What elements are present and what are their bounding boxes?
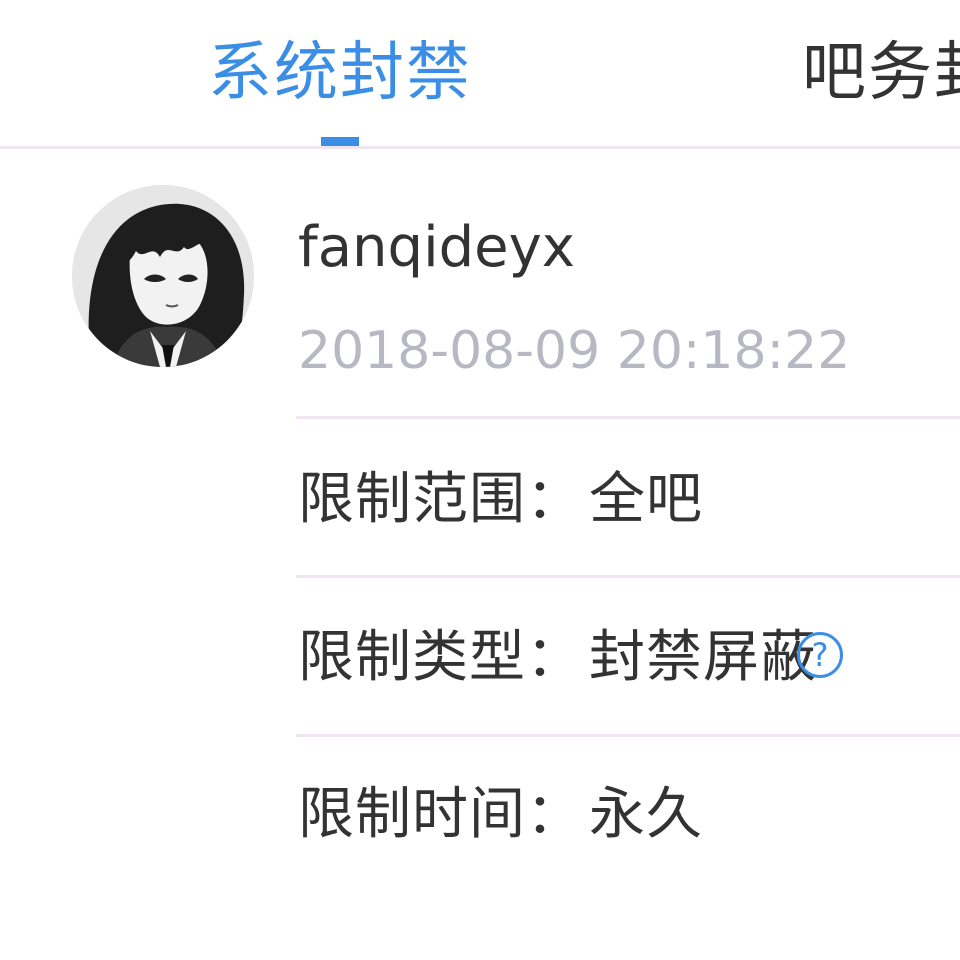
row-divider [296,416,960,419]
ban-record-page: 系统封禁 吧务封 fanqideyx 2018-08-09 20:18:22 [0,0,960,960]
ban-duration-row: 限制时间： 永久 [298,777,703,853]
ban-duration-value: 永久 [589,782,703,847]
ban-scope-value: 全吧 [589,467,703,532]
tab-bar: 系统封禁 吧务封 [0,0,960,149]
ban-scope-label: 限制范围： [298,467,583,532]
tab-forum-admin-ban[interactable]: 吧务封 [802,30,960,116]
ban-type-label: 限制类型： [298,625,583,690]
ban-scope-row: 限制范围： 全吧 [298,462,703,538]
avatar-image [72,185,254,367]
ban-duration-label: 限制时间： [298,782,583,847]
row-divider [296,734,960,737]
username[interactable]: fanqideyx [298,210,575,286]
tab-divider [0,146,960,149]
ban-timestamp: 2018-08-09 20:18:22 [298,321,851,381]
ban-type-value: 封禁屏蔽 [589,625,817,690]
tab-system-ban[interactable]: 系统封禁 [208,30,472,116]
question-circle-icon[interactable]: ? [797,632,843,678]
ban-type-row: 限制类型： 封禁屏蔽 [298,620,817,696]
row-divider [296,575,960,578]
avatar[interactable] [72,185,254,367]
